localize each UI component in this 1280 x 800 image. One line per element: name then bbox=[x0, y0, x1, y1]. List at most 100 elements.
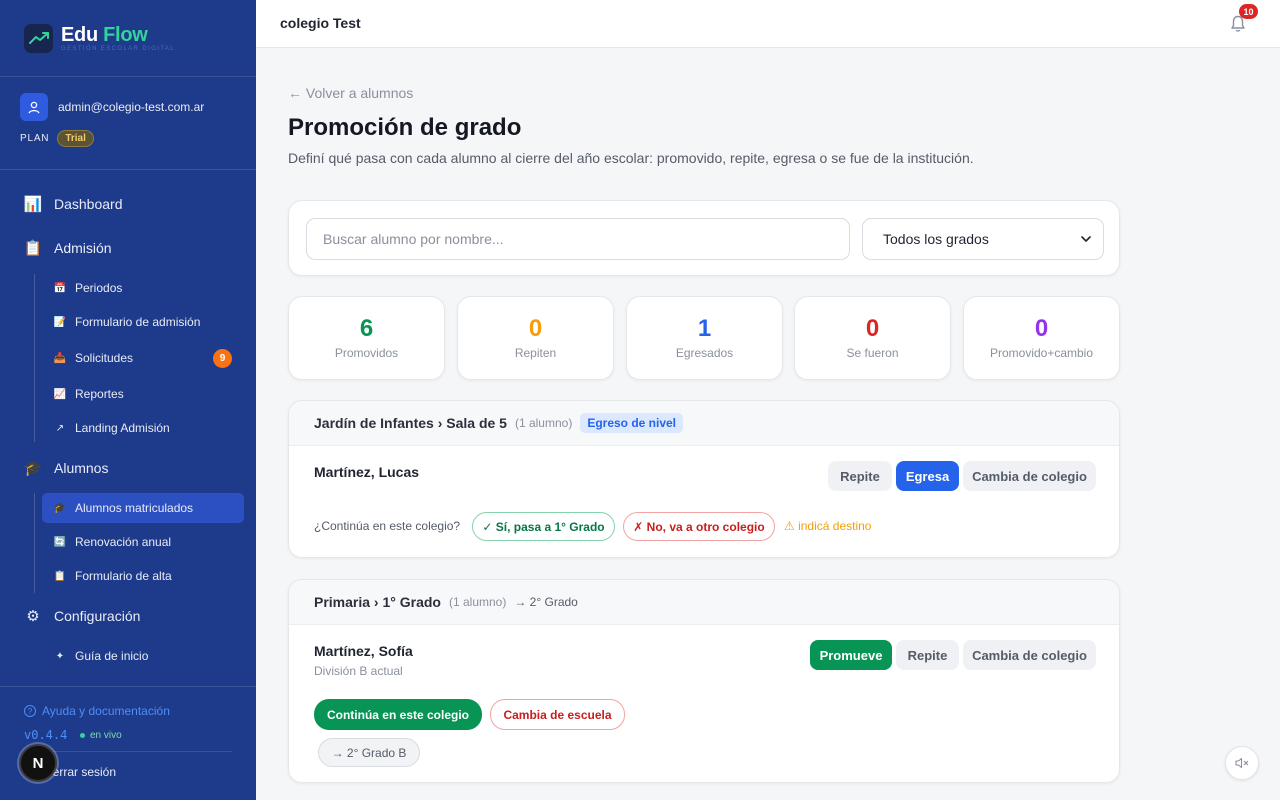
divider bbox=[24, 751, 232, 752]
level-exit-badge: Egreso de nivel bbox=[580, 413, 684, 433]
sidebar-item-formulario-admision[interactable]: 📝 Formulario de admisión bbox=[42, 307, 244, 337]
version-label: v0.4.4 bbox=[24, 728, 68, 742]
sidebar-item-reportes[interactable]: 📈 Reportes bbox=[42, 379, 244, 409]
group-name: Jardín de Infantes › Sala de 5 bbox=[314, 415, 507, 431]
live-dot-icon bbox=[80, 733, 85, 738]
trend-up-icon bbox=[24, 23, 53, 53]
sidebar-item-landing[interactable]: ↗ Landing Admisión bbox=[42, 413, 244, 443]
stat-value: 0 bbox=[865, 315, 880, 342]
grade-select-value: Todos los grados bbox=[883, 231, 989, 247]
cambia-escuela-button[interactable]: Cambia de escuela bbox=[490, 699, 625, 730]
live-status: en vivo bbox=[80, 730, 122, 741]
stays-yes-button[interactable]: ✓ Sí, pasa a 1° Grado bbox=[472, 512, 615, 541]
chevron-down-icon bbox=[1081, 236, 1091, 242]
sidebar-item-matriculados[interactable]: 🎓 Alumnos matriculados bbox=[42, 493, 244, 523]
school-name: colegio Test bbox=[280, 15, 361, 31]
stat-promovidos: 6 Promovidos bbox=[288, 296, 445, 380]
stat-value: 6 bbox=[359, 315, 374, 342]
sidebar-item-label: Solicitudes bbox=[75, 351, 134, 365]
sidebar-item-formulario-alta[interactable]: 📋 Formulario de alta bbox=[42, 561, 244, 591]
notification-count-badge: 10 bbox=[1239, 4, 1258, 19]
inbox-icon: 📥 bbox=[53, 352, 67, 364]
gear-icon: ⚙ bbox=[26, 608, 40, 625]
brand-subtitle: GESTIÓN ESCOLAR DIGITAL bbox=[61, 45, 176, 52]
sidebar: Edu Flow GESTIÓN ESCOLAR DIGITAL admin@c… bbox=[0, 0, 256, 800]
destination-warning: ⚠ indicá destino bbox=[784, 519, 872, 533]
sidebar-item-dashboard[interactable]: 📊 Dashboard bbox=[24, 195, 123, 213]
help-icon: ? bbox=[24, 705, 36, 717]
clipboard-icon: 📋 bbox=[53, 570, 67, 582]
stat-label: Se fueron bbox=[846, 346, 899, 360]
stat-value: 0 bbox=[1034, 315, 1049, 342]
sidebar-item-label: Formulario de alta bbox=[75, 569, 172, 583]
search-input[interactable] bbox=[306, 218, 850, 260]
brand[interactable]: Edu Flow GESTIÓN ESCOLAR DIGITAL bbox=[0, 0, 256, 77]
group-header: Primaria › 1° Grado (1 alumno) → 2° Grad… bbox=[289, 580, 1119, 625]
help-label: Ayuda y documentación bbox=[42, 704, 170, 718]
group-count: (1 alumno) bbox=[448, 595, 507, 609]
live-label: en vivo bbox=[90, 730, 122, 741]
stat-label: Egresados bbox=[675, 346, 734, 360]
group-count: (1 alumno) bbox=[514, 416, 573, 430]
sidebar-item-alumnos[interactable]: 🎓 Alumnos bbox=[23, 459, 109, 477]
back-link[interactable]: ← Volver a alumnos bbox=[288, 85, 413, 101]
sidebar-footer: ? Ayuda y documentación v0.4.4 en vivo C… bbox=[0, 686, 256, 800]
repite-button[interactable]: Repite bbox=[828, 461, 892, 491]
user-email: admin@colegio-test.com.ar bbox=[58, 100, 205, 114]
graduation-cap-icon: 🎓 bbox=[23, 460, 43, 477]
stat-egresados: 1 Egresados bbox=[626, 296, 783, 380]
student-name: Martínez, Lucas bbox=[314, 464, 420, 480]
sidebar-item-admision[interactable]: 📋 Admisión bbox=[24, 239, 112, 257]
memo-icon: 📝 bbox=[53, 316, 67, 328]
repite-button[interactable]: Repite bbox=[896, 640, 959, 670]
topbar: colegio Test 10 bbox=[256, 0, 1280, 48]
sidebar-item-label: Renovación anual bbox=[75, 535, 172, 549]
group-card-1-grado: Primaria › 1° Grado (1 alumno) → 2° Grad… bbox=[288, 579, 1120, 783]
cambia-colegio-button[interactable]: Cambia de colegio bbox=[963, 461, 1096, 491]
continua-colegio-button[interactable]: Continúa en este colegio bbox=[314, 699, 482, 730]
next-grade: → 2° Grado bbox=[514, 595, 578, 609]
tree-line bbox=[34, 493, 35, 593]
help-link[interactable]: ? Ayuda y documentación bbox=[24, 704, 170, 718]
page-description: Definí qué pasa con cada alumno al cierr… bbox=[288, 150, 974, 166]
promueve-button[interactable]: Promueve bbox=[810, 640, 892, 670]
sidebar-item-guia[interactable]: ✦ Guía de inicio bbox=[42, 641, 244, 671]
target-division-chip[interactable]: → 2° Grado B bbox=[318, 738, 420, 767]
mute-sound-icon[interactable] bbox=[1225, 746, 1259, 780]
bar-chart-icon: 📊 bbox=[23, 196, 43, 213]
sidebar-item-label: Alumnos bbox=[54, 460, 109, 476]
group-name: Primaria › 1° Grado bbox=[314, 594, 441, 610]
clipboard-icon: 📋 bbox=[23, 240, 43, 257]
sidebar-item-label: Dashboard bbox=[54, 196, 123, 212]
chart-up-icon: 📈 bbox=[53, 388, 67, 400]
group-card-sala-5: Jardín de Infantes › Sala de 5 (1 alumno… bbox=[288, 400, 1120, 558]
filter-card: Todos los grados bbox=[288, 200, 1120, 276]
dev-tools-button[interactable]: N bbox=[19, 744, 57, 782]
sidebar-item-renovacion[interactable]: 🔄 Renovación anual bbox=[42, 527, 244, 557]
stat-label: Promovido+cambio bbox=[989, 346, 1094, 360]
main-content: ← Volver a alumnos Promoción de grado De… bbox=[256, 48, 1280, 800]
sidebar-item-label: Configuración bbox=[54, 608, 141, 624]
sidebar-item-label: Landing Admisión bbox=[75, 421, 170, 435]
stat-se-fueron: 0 Se fueron bbox=[794, 296, 951, 380]
stat-value: 0 bbox=[528, 315, 543, 342]
sidebar-item-label: Guía de inicio bbox=[75, 649, 149, 663]
group-header: Jardín de Infantes › Sala de 5 (1 alumno… bbox=[289, 401, 1119, 446]
egresa-button[interactable]: Egresa bbox=[896, 461, 959, 491]
graduation-cap-icon: 🎓 bbox=[53, 502, 67, 514]
sidebar-item-solicitudes[interactable]: 📥 Solicitudes 9 bbox=[42, 343, 244, 373]
solicitudes-count-badge: 9 bbox=[213, 348, 232, 368]
sidebar-item-periodos[interactable]: 📅 Periodos bbox=[42, 273, 244, 303]
stays-no-button[interactable]: ✗ No, va a otro colegio bbox=[623, 512, 775, 541]
grade-select[interactable]: Todos los grados bbox=[862, 218, 1104, 260]
sidebar-item-configuracion[interactable]: ⚙ Configuración bbox=[24, 607, 140, 625]
stat-promovido-cambio: 0 Promovido+cambio bbox=[963, 296, 1120, 380]
student-name: Martínez, Sofía bbox=[314, 643, 413, 659]
brand-name: Edu Flow bbox=[61, 23, 148, 46]
continue-question: ¿Continúa en este colegio? bbox=[314, 519, 461, 533]
calendar-icon: 📅 bbox=[53, 282, 67, 294]
student-division: División B actual bbox=[314, 664, 403, 678]
sidebar-item-label: Formulario de admisión bbox=[75, 315, 201, 329]
page-title: Promoción de grado bbox=[288, 114, 522, 141]
cambia-colegio-button[interactable]: Cambia de colegio bbox=[963, 640, 1096, 670]
